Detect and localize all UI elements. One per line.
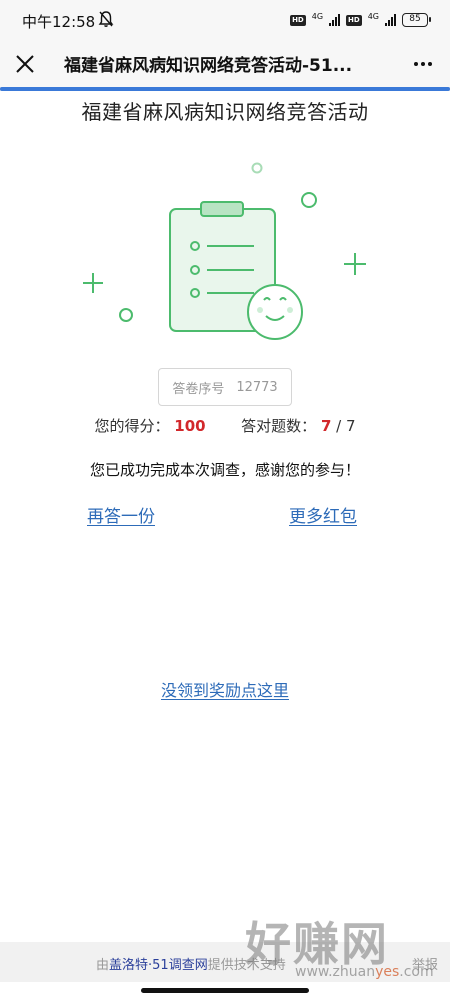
smiley-face bbox=[247, 284, 303, 340]
more-red-packets-link[interactable]: 更多红包 bbox=[289, 502, 357, 527]
signal-icon bbox=[329, 14, 341, 26]
close-icon bbox=[16, 55, 34, 73]
plus-right-icon bbox=[344, 253, 366, 275]
survey-title: 福建省麻风病知识网络竞答活动 bbox=[81, 100, 369, 124]
watermark-url: www.zhuanyes.com bbox=[295, 964, 434, 980]
plus-left-icon bbox=[83, 273, 103, 293]
watermark: 好赚网 www.zhuanyes.com bbox=[245, 908, 445, 988]
answer-number-box: 答卷序号 12773 bbox=[158, 368, 292, 406]
score-label: 您的得分： bbox=[94, 417, 170, 435]
page-load-progress bbox=[0, 87, 450, 91]
network-label: 4G bbox=[311, 11, 324, 21]
clipboard-smiley-illustration bbox=[83, 162, 366, 340]
title-bar: 福建省麻风病知识网络竞答活动-51... bbox=[0, 40, 450, 88]
retry-survey-link[interactable]: 再答一份 bbox=[87, 502, 155, 527]
home-indicator[interactable] bbox=[141, 988, 309, 993]
more-dots-icon bbox=[414, 62, 418, 66]
circle-top-right bbox=[301, 192, 317, 208]
thanks-message: 您已成功完成本次调查，感谢您的参与！ bbox=[89, 461, 360, 479]
circle-top-small bbox=[251, 162, 263, 174]
total-count-value: 7 bbox=[345, 417, 356, 435]
answer-number-label: 答卷序号 bbox=[172, 381, 225, 397]
clipboard-clip bbox=[200, 201, 244, 217]
close-button[interactable] bbox=[12, 51, 38, 77]
correct-count-value: 7 bbox=[320, 417, 332, 435]
bell-muted-icon bbox=[98, 11, 114, 27]
footer-brand-link[interactable]: 盖洛特·51调查网 bbox=[109, 958, 208, 973]
battery-icon: 85 bbox=[402, 13, 431, 27]
status-time: 中午12:58 bbox=[22, 13, 96, 31]
page-title: 福建省麻风病知识网络竞答活动-51... bbox=[64, 56, 353, 76]
answer-number-value: 12773 bbox=[236, 379, 278, 395]
correct-count-label: 答对题数： bbox=[241, 417, 317, 435]
more-button[interactable] bbox=[410, 52, 436, 76]
score-value: 100 bbox=[174, 417, 206, 435]
signal-icon-2 bbox=[385, 14, 396, 26]
footer-prefix: 由 bbox=[96, 958, 110, 973]
network-label-2: 4G bbox=[367, 11, 379, 21]
score-row: 您的得分： 100 答对题数： 7 / 7 bbox=[0, 415, 450, 436]
status-indicators: HD 4G HD 4G 85 bbox=[290, 11, 431, 29]
hd-badge-2: HD bbox=[346, 14, 362, 26]
circle-small-left bbox=[119, 308, 133, 322]
status-bar: 中午12:58 HD 4G HD 4G 85 bbox=[0, 0, 450, 40]
correct-count-separator: / bbox=[331, 417, 346, 435]
claim-reward-link[interactable]: 没领到奖励点这里 bbox=[0, 677, 450, 701]
progress-fill bbox=[0, 87, 450, 91]
hd-badge: HD bbox=[290, 14, 306, 26]
